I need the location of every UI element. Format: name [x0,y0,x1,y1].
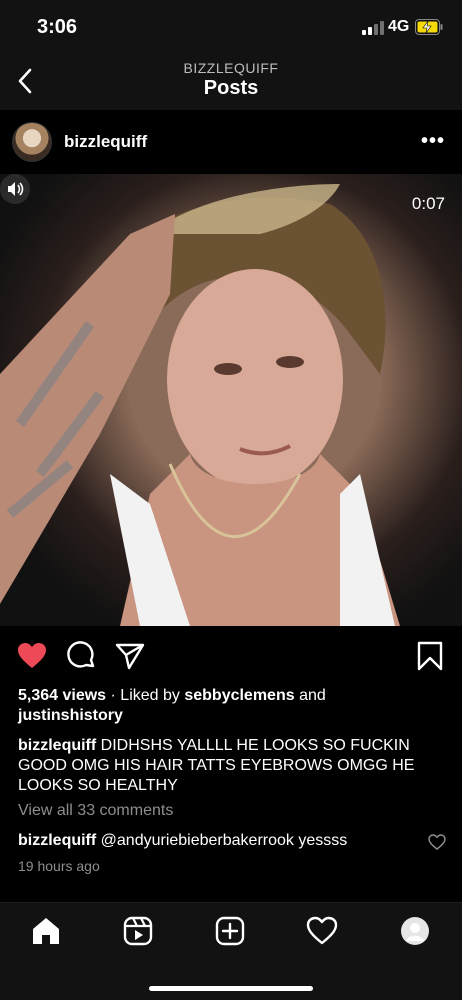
liked-by-and: and [294,687,326,704]
more-horizontal-icon[interactable]: ••• [421,130,445,153]
activity-heart-icon[interactable] [306,915,338,947]
view-count[interactable]: 5,364 views [18,687,106,704]
create-icon[interactable] [214,915,246,947]
nav-header: BIZZLEQUIFF Posts [0,56,462,110]
bottom-tab-bar [0,902,462,1000]
comment-text: @andyuriebieberbakerrook yessss [96,832,348,849]
liked-by-prefix: Liked by [120,687,185,704]
post-video[interactable]: 0:07 [0,174,462,626]
post-header: bizzlequiff ••• [0,110,462,174]
heart-filled-icon[interactable] [16,640,48,672]
home-icon[interactable] [30,915,62,947]
reels-icon[interactable] [122,915,154,947]
avatar[interactable] [12,122,52,162]
speaker-icon[interactable] [0,174,30,204]
caption-username[interactable]: bizzlequiff [18,737,96,754]
post-timestamp: 19 hours ago [18,858,100,874]
post-actions [0,636,462,678]
status-bar: 3:06 4G [0,0,462,56]
signal-icon [362,21,384,35]
home-indicator [149,986,313,991]
liked-by-user[interactable]: justinshistory [18,707,123,724]
post-username[interactable]: bizzlequiff [64,132,147,152]
meta-separator: · [106,687,121,704]
status-time: 3:06 [37,16,78,38]
page-title: Posts [203,77,259,99]
comment-username[interactable]: bizzlequiff [18,832,96,849]
post-caption: bizzlequiff DIDHSHS YALLLL HE LOOKS SO F… [18,736,448,796]
bookmark-icon[interactable] [414,640,446,672]
battery-charging-icon [415,19,443,35]
network-type: 4G [388,18,410,35]
likes-summary: 5,364 views · Liked by sebbyclemens and j… [18,686,448,726]
video-timer: 0:07 [411,194,445,213]
paper-plane-icon[interactable] [114,640,146,672]
video-frame [0,184,400,626]
heart-outline-icon[interactable] [428,833,446,851]
comment-bubble-icon[interactable] [65,640,97,672]
comment-item: bizzlequiff @andyuriebieberbakerrook yes… [18,831,418,851]
view-all-comments-link[interactable]: View all 33 comments [18,802,173,820]
liked-by-user[interactable]: sebbyclemens [184,687,294,704]
profile-avatar-icon[interactable] [399,915,431,947]
header-username: BIZZLEQUIFF [183,60,279,76]
